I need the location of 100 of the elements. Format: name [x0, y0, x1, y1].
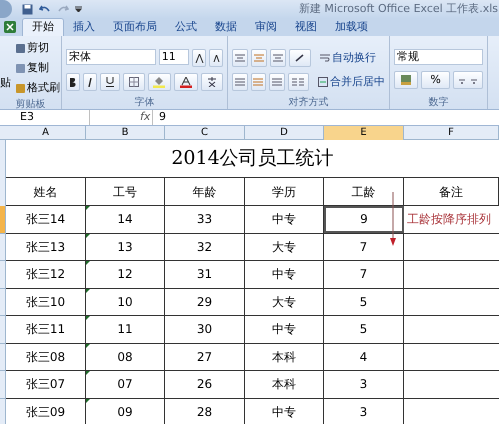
- group-label: 剪贴板: [14, 98, 46, 111]
- table-cell: 本科: [245, 371, 324, 398]
- column-header[interactable]: A: [6, 126, 86, 140]
- table-cell: 5: [324, 288, 404, 315]
- clipboard-button[interactable]: 剪切: [16, 39, 60, 57]
- wrap-text-button[interactable]: 自动换行: [320, 50, 376, 66]
- bold-icon[interactable]: [66, 73, 80, 91]
- excel-icon: [4, 21, 16, 33]
- table-cell: 13: [86, 234, 165, 260]
- table-cell: 28: [165, 398, 245, 424]
- table-cell: 29: [165, 288, 245, 315]
- ribbon-tab[interactable]: 公式: [166, 18, 206, 36]
- table-cell: 大专: [245, 288, 324, 315]
- column-header[interactable]: C: [165, 126, 245, 140]
- grow-font-icon[interactable]: [192, 49, 206, 67]
- undo-icon[interactable]: [39, 4, 51, 14]
- italic-icon[interactable]: [82, 73, 97, 91]
- ribbon-tab[interactable]: 数据: [206, 18, 246, 36]
- dropdown-icon[interactable]: [75, 6, 82, 12]
- header-cell: 工龄: [324, 178, 404, 205]
- table-cell: 9: [324, 206, 404, 232]
- currency-icon[interactable]: [394, 71, 418, 89]
- group-label: 对齐方式: [288, 96, 330, 109]
- table-cell: 09: [86, 398, 165, 424]
- error-indicator-icon: [86, 371, 90, 375]
- group-label: 字体: [134, 96, 156, 109]
- table-cell: 33: [165, 206, 245, 232]
- orientation-icon[interactable]: [289, 49, 311, 67]
- font-name-field[interactable]: 宋体: [66, 49, 156, 65]
- font-size-field[interactable]: 11: [158, 49, 190, 65]
- percent-button[interactable]: %: [420, 71, 450, 89]
- name-box[interactable]: E3: [0, 110, 90, 125]
- ribbon-tab[interactable]: 加载项: [326, 18, 377, 36]
- indent-icon[interactable]: [288, 73, 309, 91]
- border-icon[interactable]: [122, 73, 145, 91]
- table-cell: 中专: [245, 398, 324, 424]
- clipboard-button[interactable]: 复制: [16, 59, 60, 77]
- error-indicator-icon: [86, 206, 90, 210]
- number-format-field[interactable]: 常规: [394, 49, 483, 65]
- table-cell: 12: [86, 261, 165, 288]
- column-header[interactable]: F: [404, 126, 499, 140]
- merge-icon: [318, 77, 328, 87]
- save-icon[interactable]: [22, 4, 33, 14]
- table-cell: 11: [86, 316, 165, 342]
- align-icon[interactable]: [232, 49, 248, 67]
- column-header[interactable]: E: [324, 126, 404, 140]
- table-cell: 26: [165, 371, 245, 398]
- header-cell: 备注: [404, 178, 499, 205]
- header-cell: 学历: [245, 178, 324, 205]
- table-cell: 中专: [245, 316, 324, 342]
- clipboard-button[interactable]: 格式刷: [16, 79, 60, 97]
- paste-button[interactable]: 贴: [0, 36, 14, 97]
- table-cell: 7: [324, 261, 404, 288]
- merge-center-button[interactable]: 合并后居中: [318, 74, 385, 90]
- table-cell: 32: [165, 234, 245, 260]
- ribbon-tab[interactable]: 开始: [22, 18, 64, 36]
- align-icon[interactable]: [232, 73, 248, 91]
- decimal-icon[interactable]: [453, 71, 483, 89]
- table-cell: 本科: [245, 344, 324, 370]
- shrink-font-icon[interactable]: [209, 49, 224, 67]
- align-icon[interactable]: [251, 49, 267, 67]
- error-indicator-icon: [86, 234, 90, 238]
- table-cell: 中专: [245, 206, 324, 232]
- ribbon-tab[interactable]: 视图: [286, 18, 326, 36]
- ribbon-tab[interactable]: 审阅: [246, 18, 286, 36]
- table-cell: 5: [324, 316, 404, 342]
- align-icon[interactable]: [270, 49, 286, 67]
- group-label: 数字: [428, 96, 450, 109]
- error-indicator-icon: [86, 344, 90, 348]
- error-indicator-icon: [86, 398, 90, 402]
- align-icon[interactable]: [269, 73, 285, 91]
- table-cell: 3: [324, 371, 404, 398]
- error-indicator-icon: [86, 288, 90, 292]
- table-cell: 4: [324, 344, 404, 370]
- table-cell: 31: [165, 261, 245, 288]
- note-text: 工龄按降序排列: [407, 211, 491, 228]
- ribbon-tab[interactable]: 插入: [64, 18, 104, 36]
- window-title: 新建 Microsoft Office Excel 工作表.xls: [298, 0, 499, 17]
- table-cell: 07: [86, 371, 165, 398]
- fill-color-icon[interactable]: [148, 73, 172, 91]
- align-icon[interactable]: [250, 73, 266, 91]
- table-cell: 27: [165, 344, 245, 370]
- table-cell: 14: [86, 206, 165, 232]
- table-cell: 08: [86, 344, 165, 370]
- header-cell: 姓名: [6, 178, 86, 205]
- ribbon-tab[interactable]: 页面布局: [104, 18, 166, 36]
- table-cell: 10: [86, 288, 165, 315]
- table-cell: 中专: [245, 261, 324, 288]
- wrap-icon: [320, 53, 330, 63]
- header-cell: 年龄: [165, 178, 245, 205]
- font-color-icon[interactable]: [174, 73, 198, 91]
- table-cell: 3: [324, 398, 404, 424]
- header-cell: 工号: [86, 178, 165, 205]
- formula-field[interactable]: 9: [152, 110, 499, 125]
- error-indicator-icon: [86, 316, 90, 320]
- error-indicator-icon: [86, 261, 90, 265]
- column-header[interactable]: B: [86, 126, 165, 140]
- table-cell: 30: [165, 316, 245, 342]
- phonetic-icon[interactable]: [201, 73, 224, 91]
- underline-icon[interactable]: [100, 73, 120, 91]
